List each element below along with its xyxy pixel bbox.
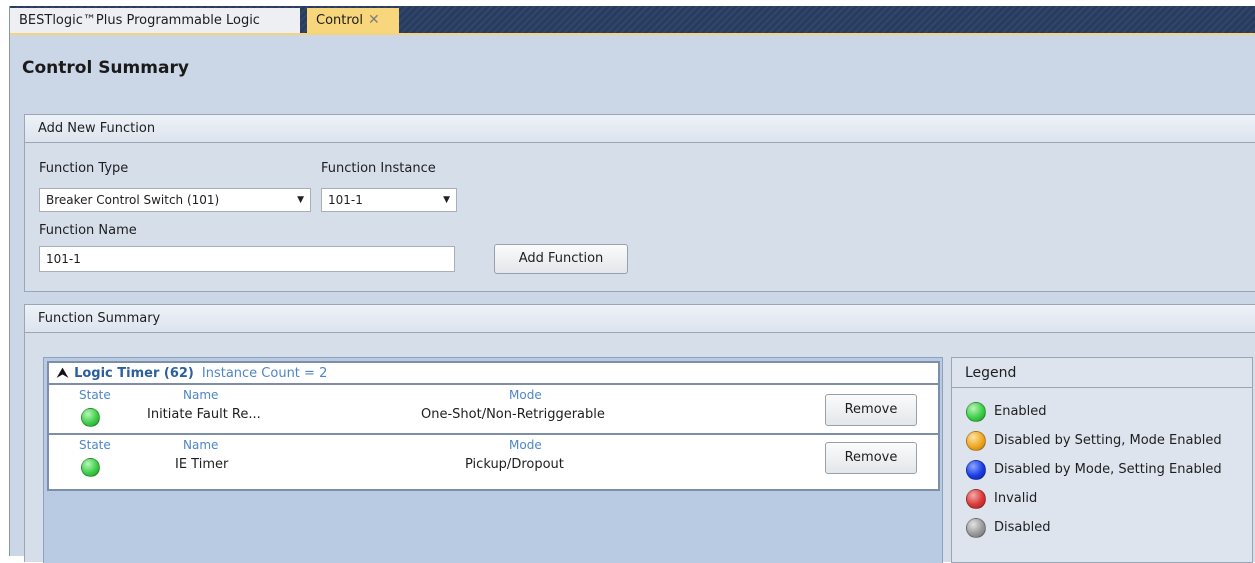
orange-indicator-icon bbox=[966, 431, 986, 451]
legend-item-disabled: Disabled bbox=[966, 517, 1255, 539]
close-icon[interactable]: ✕ bbox=[368, 12, 380, 28]
mode-header: Mode bbox=[509, 438, 542, 452]
legend-item-disabled-by-mode: Disabled by Mode, Setting Enabled bbox=[966, 459, 1255, 481]
legend-item-enabled: Enabled bbox=[966, 401, 1255, 423]
function-instance-label: Function Instance bbox=[321, 161, 436, 176]
function-type-label: Function Type bbox=[39, 161, 129, 176]
application-window: BESTlogic™Plus Programmable Logic Contro… bbox=[9, 6, 1255, 563]
blue-indicator-icon bbox=[966, 460, 986, 480]
function-name-input[interactable]: 101-1 bbox=[39, 246, 455, 272]
function-group-header[interactable]: ⮝ Logic Timer (62) Instance Count = 2 bbox=[49, 363, 938, 385]
add-new-function-group: Add New Function Function Type Breaker C… bbox=[24, 114, 1255, 292]
function-name: IE Timer bbox=[175, 457, 229, 472]
function-name: Initiate Fault Re... bbox=[147, 407, 261, 422]
add-function-button[interactable]: Add Function bbox=[494, 244, 628, 274]
group-header: Function Summary bbox=[25, 305, 1255, 333]
function-summary-group: Function Summary ⮝ Logic Timer (62) Instan… bbox=[24, 304, 1255, 563]
group-header: Add New Function bbox=[25, 115, 1255, 143]
function-row: State Name IE Timer Mode Pickup/Dropout … bbox=[49, 435, 938, 485]
function-mode: Pickup/Dropout bbox=[465, 457, 564, 472]
legend-label: Disabled bbox=[994, 520, 1051, 535]
function-list-panel: ⮝ Logic Timer (62) Instance Count = 2 Stat… bbox=[43, 357, 943, 563]
function-mode: One-Shot/Non-Retriggerable bbox=[421, 407, 605, 422]
legend-label: Invalid bbox=[994, 491, 1038, 506]
tab-bestlogic[interactable]: BESTlogic™Plus Programmable Logic bbox=[10, 8, 300, 33]
function-group-title: Logic Timer (62) bbox=[74, 366, 194, 381]
name-header: Name bbox=[183, 438, 219, 452]
function-type-select[interactable]: Breaker Control Switch (101) ▼ bbox=[39, 188, 311, 212]
remove-button[interactable]: Remove bbox=[825, 442, 917, 474]
legend-label: Disabled by Mode, Setting Enabled bbox=[994, 462, 1222, 477]
legend-item-invalid: Invalid bbox=[966, 488, 1255, 510]
state-header: State bbox=[79, 438, 111, 452]
double-chevron-up-icon[interactable]: ⮝ bbox=[57, 366, 68, 381]
function-row: State Name Initiate Fault Re... Mode One… bbox=[49, 385, 938, 435]
red-indicator-icon bbox=[966, 489, 986, 509]
legend-item-disabled-by-setting: Disabled by Setting, Mode Enabled bbox=[966, 430, 1255, 452]
gray-indicator-icon bbox=[966, 518, 986, 538]
chevron-down-icon: ▼ bbox=[297, 195, 304, 205]
state-header: State bbox=[79, 388, 111, 402]
page-title: Control Summary bbox=[22, 58, 189, 78]
logic-timer-group: ⮝ Logic Timer (62) Instance Count = 2 Stat… bbox=[47, 361, 940, 491]
instance-count: Instance Count = 2 bbox=[201, 366, 328, 381]
green-indicator-icon bbox=[966, 402, 986, 422]
function-type-value: Breaker Control Switch (101) bbox=[46, 193, 220, 207]
legend-panel: Legend Enabled Disabled by Setting, Mode… bbox=[951, 357, 1253, 563]
tab-label: Control bbox=[316, 13, 363, 28]
legend-title: Legend bbox=[952, 358, 1252, 388]
tab-label: BESTlogic™Plus Programmable Logic bbox=[19, 13, 260, 28]
state-indicator-icon bbox=[81, 408, 100, 427]
name-header: Name bbox=[183, 388, 219, 402]
function-instance-select[interactable]: 101-1 ▼ bbox=[321, 188, 457, 212]
legend-label: Enabled bbox=[994, 404, 1047, 419]
tab-control[interactable]: Control ✕ bbox=[307, 8, 399, 33]
state-indicator-icon bbox=[81, 458, 100, 477]
mode-header: Mode bbox=[509, 388, 542, 402]
legend-label: Disabled by Setting, Mode Enabled bbox=[994, 433, 1222, 448]
remove-button[interactable]: Remove bbox=[825, 394, 917, 426]
function-name-label: Function Name bbox=[39, 223, 137, 238]
function-instance-value: 101-1 bbox=[328, 193, 363, 207]
tab-bar: BESTlogic™Plus Programmable Logic Contro… bbox=[10, 6, 1255, 35]
chevron-down-icon: ▼ bbox=[443, 195, 450, 205]
